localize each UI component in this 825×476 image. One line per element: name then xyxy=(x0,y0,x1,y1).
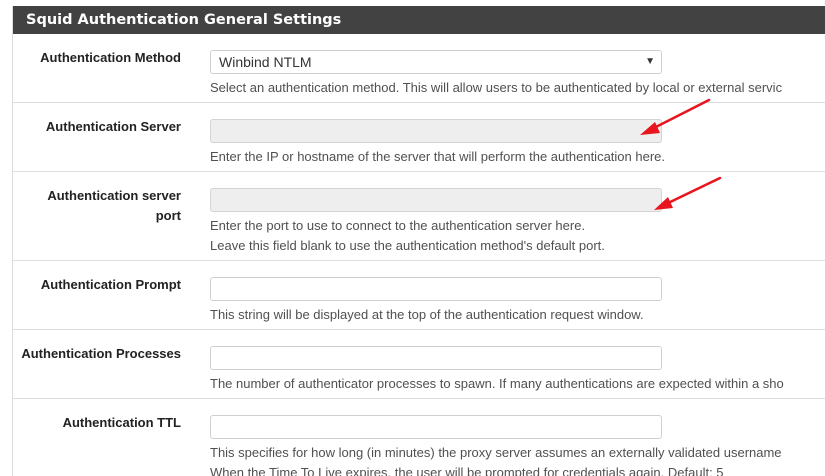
authentication-processes-label: Authentication Processes xyxy=(21,346,181,361)
authentication-prompt-input[interactable] xyxy=(210,277,662,301)
squid-auth-settings-panel: Squid Authentication General Settings Au… xyxy=(12,6,825,476)
authentication-method-value: Winbind NTLM xyxy=(219,54,312,70)
authentication-ttl-input[interactable] xyxy=(210,415,662,439)
authentication-server-port-label-line-2: port xyxy=(155,208,181,223)
row-authentication-processes: Authentication Processes The number of a… xyxy=(13,330,825,399)
row-authentication-ttl: Authentication TTL This specifies for ho… xyxy=(13,399,825,476)
authentication-method-select[interactable]: Winbind NTLM ▼ xyxy=(210,50,662,74)
authentication-prompt-label: Authentication Prompt xyxy=(40,277,181,292)
authentication-server-port-help-line-1: Enter the port to use to connect to the … xyxy=(210,218,586,233)
authentication-server-input[interactable] xyxy=(210,119,662,143)
panel-title: Squid Authentication General Settings xyxy=(13,6,825,34)
row-authentication-server: Authentication Server Enter the IP or ho… xyxy=(13,103,825,172)
row-authentication-method: Authentication Method Winbind NTLM ▼ Sel… xyxy=(13,34,825,103)
authentication-server-port-label: Authentication server port xyxy=(13,186,181,226)
authentication-processes-help: The number of authenticator processes to… xyxy=(210,376,784,391)
authentication-ttl-label: Authentication TTL xyxy=(62,415,181,430)
authentication-ttl-help: This specifies for how long (in minutes)… xyxy=(210,443,782,476)
caret-down-icon: ▼ xyxy=(645,56,655,67)
authentication-prompt-help: This string will be displayed at the top… xyxy=(210,307,644,322)
authentication-processes-input[interactable] xyxy=(210,346,662,370)
authentication-server-help: Enter the IP or hostname of the server t… xyxy=(210,149,666,164)
authentication-server-port-help: Enter the port to use to connect to the … xyxy=(210,216,605,256)
row-authentication-server-port: Authentication server port Enter the por… xyxy=(13,172,825,261)
authentication-method-help: Select an authentication method. This wi… xyxy=(210,80,783,95)
authentication-server-port-label-line-1: Authentication server xyxy=(47,188,181,203)
authentication-server-port-input[interactable] xyxy=(210,188,662,212)
row-authentication-prompt: Authentication Prompt This string will b… xyxy=(13,261,825,330)
authentication-server-port-help-line-2: Leave this field blank to use the authen… xyxy=(210,238,605,253)
authentication-ttl-help-line-2: When the Time To Live expires, the user … xyxy=(210,465,724,476)
authentication-method-label: Authentication Method xyxy=(40,50,181,65)
authentication-server-label: Authentication Server xyxy=(45,119,181,134)
authentication-ttl-help-line-1: This specifies for how long (in minutes)… xyxy=(210,445,782,460)
